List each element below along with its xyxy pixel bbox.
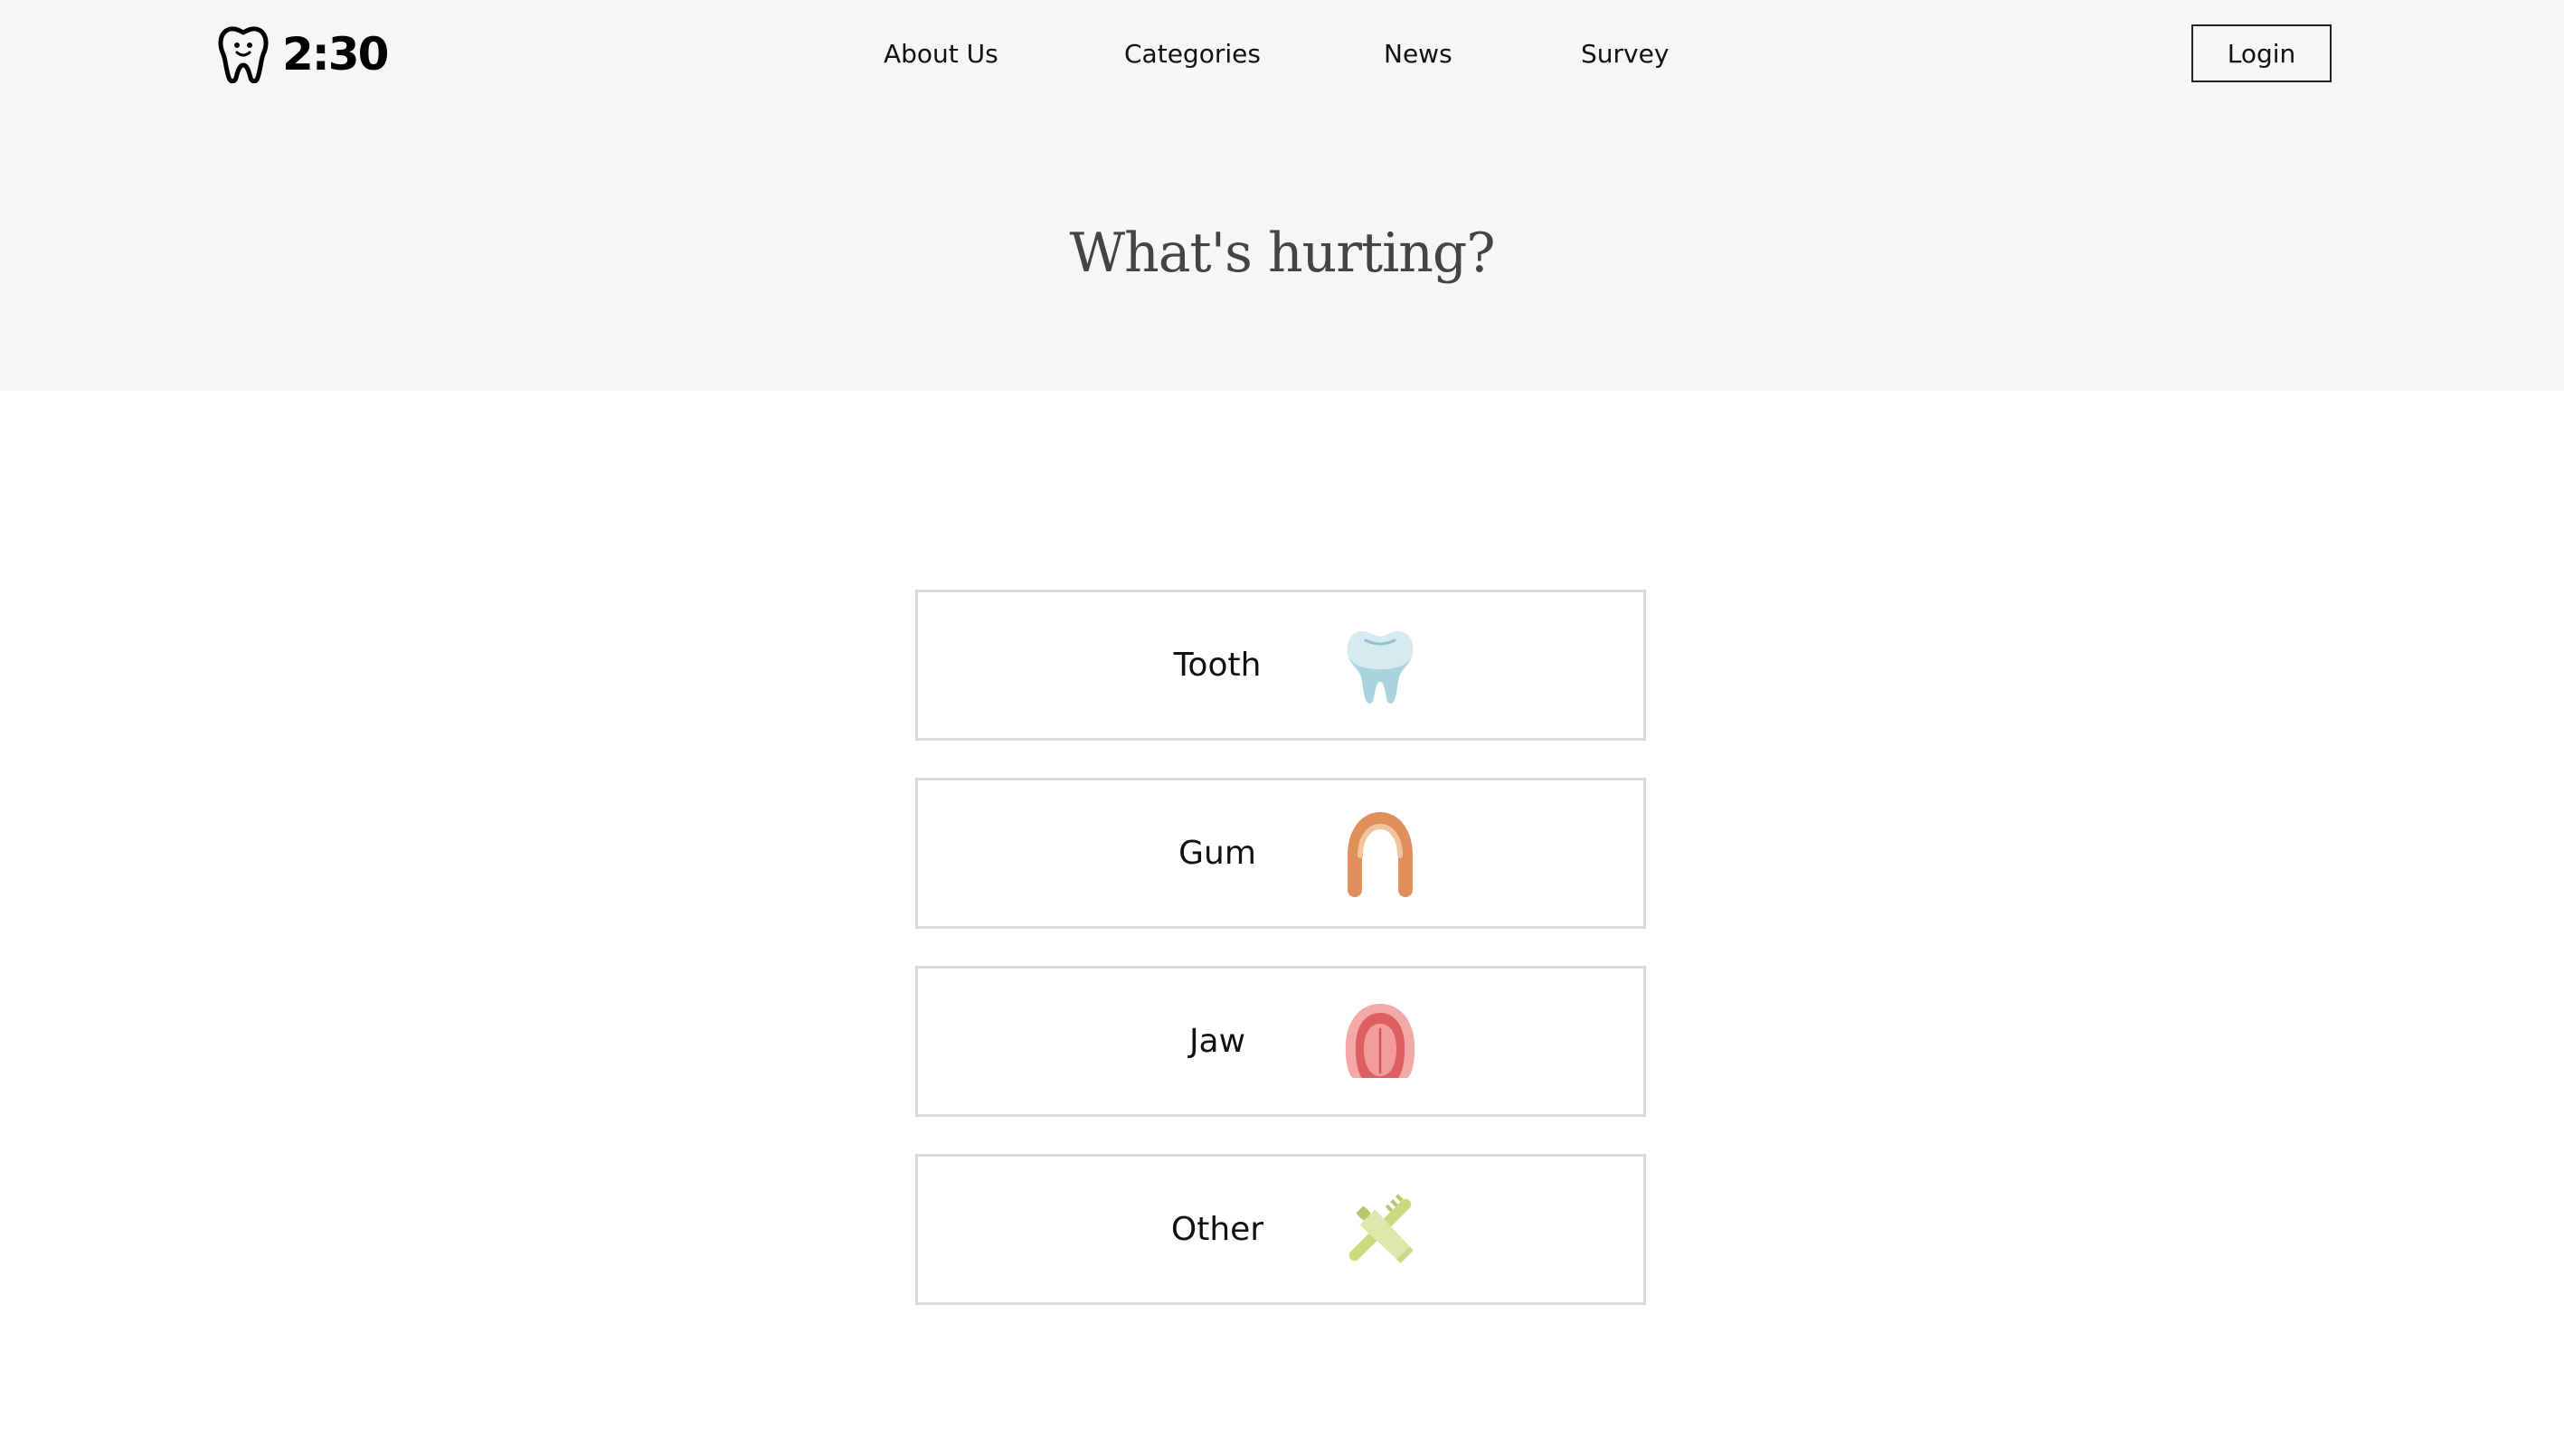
page-title: What's hurting? bbox=[1069, 222, 1495, 285]
toothbrush-toothpaste-icon bbox=[1335, 1185, 1425, 1275]
category-card-gum[interactable]: Gum bbox=[915, 778, 1646, 929]
category-card-other[interactable]: Other bbox=[915, 1154, 1646, 1305]
category-card-jaw[interactable]: Jaw bbox=[915, 966, 1646, 1117]
gum-icon bbox=[1335, 808, 1425, 899]
nav-about-us[interactable]: About Us bbox=[884, 34, 998, 74]
category-label: Jaw bbox=[1188, 1023, 1246, 1060]
hero-header: 2:30 About Us Categories News Survey Log… bbox=[0, 0, 2564, 391]
category-card-tooth[interactable]: Tooth bbox=[915, 590, 1646, 741]
category-label: Other bbox=[1170, 1211, 1264, 1248]
category-list: Tooth Gum Jaw Other bbox=[915, 590, 1646, 1342]
logo-text: 2:30 bbox=[282, 28, 389, 80]
tooth-icon bbox=[1335, 620, 1425, 711]
tooth-logo-icon bbox=[218, 26, 269, 83]
category-label: Gum bbox=[1178, 835, 1256, 872]
category-label: Tooth bbox=[1173, 647, 1262, 684]
site-logo[interactable]: 2:30 bbox=[217, 25, 389, 83]
login-button[interactable]: Login bbox=[2191, 24, 2332, 82]
jaw-icon bbox=[1335, 997, 1425, 1087]
nav-categories[interactable]: Categories bbox=[1124, 34, 1261, 74]
nav-news[interactable]: News bbox=[1384, 34, 1452, 74]
nav-survey[interactable]: Survey bbox=[1581, 34, 1669, 74]
